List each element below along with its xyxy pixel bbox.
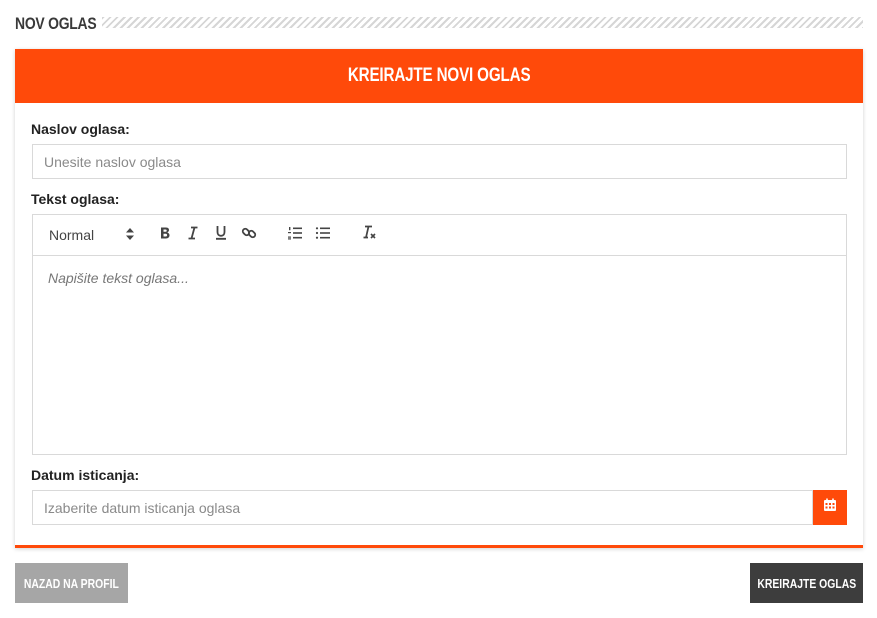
select-arrows-icon bbox=[125, 227, 135, 244]
italic-button[interactable] bbox=[179, 223, 207, 247]
editor-content[interactable]: Napišite tekst oglasa... bbox=[33, 256, 846, 454]
title-label: Naslov oglasa: bbox=[31, 121, 130, 137]
title-stripes-decoration bbox=[102, 17, 863, 28]
underline-button[interactable] bbox=[207, 223, 235, 247]
link-icon bbox=[241, 225, 257, 246]
link-button[interactable] bbox=[235, 223, 263, 247]
bold-icon bbox=[158, 226, 172, 245]
editor-toolbar: Normal bbox=[33, 215, 846, 256]
bullet-list-button[interactable] bbox=[309, 223, 337, 247]
create-ad-button[interactable]: KREIRAJTE OGLAS bbox=[750, 563, 863, 603]
ordered-list-icon bbox=[287, 226, 303, 245]
date-row bbox=[32, 490, 847, 525]
underline-icon bbox=[214, 225, 228, 245]
editor-placeholder: Napišite tekst oglasa... bbox=[48, 270, 189, 286]
card-header: KREIRAJTE NOVI OGLAS bbox=[15, 49, 863, 103]
format-select[interactable]: Normal bbox=[49, 223, 135, 247]
page-header: NOV OGLAS bbox=[15, 12, 863, 36]
calendar-icon bbox=[823, 498, 837, 517]
back-to-profile-button[interactable]: NAZAD NA PROFIL bbox=[15, 563, 128, 603]
ordered-list-button[interactable] bbox=[281, 223, 309, 247]
bullet-list-icon bbox=[315, 226, 331, 245]
date-label: Datum isticanja: bbox=[31, 467, 140, 483]
italic-icon bbox=[186, 226, 200, 245]
format-select-value: Normal bbox=[49, 227, 95, 243]
clear-format-button[interactable] bbox=[355, 223, 383, 247]
clear-format-icon bbox=[361, 225, 377, 245]
page-title: NOV OGLAS bbox=[15, 14, 97, 33]
date-input[interactable] bbox=[32, 490, 813, 525]
create-ad-label: KREIRAJTE OGLAS bbox=[757, 575, 856, 591]
bold-button[interactable] bbox=[151, 223, 179, 247]
text-label: Tekst oglasa: bbox=[31, 191, 120, 207]
date-picker-button[interactable] bbox=[813, 490, 847, 525]
rich-text-editor: Normal Napišite tekst oglasa... bbox=[32, 214, 847, 455]
title-input[interactable] bbox=[32, 144, 847, 179]
card-title: KREIRAJTE NOVI OGLAS bbox=[347, 65, 531, 86]
back-to-profile-label: NAZAD NA PROFIL bbox=[24, 575, 119, 591]
create-ad-card: KREIRAJTE NOVI OGLAS Naslov oglasa: Teks… bbox=[15, 49, 863, 548]
